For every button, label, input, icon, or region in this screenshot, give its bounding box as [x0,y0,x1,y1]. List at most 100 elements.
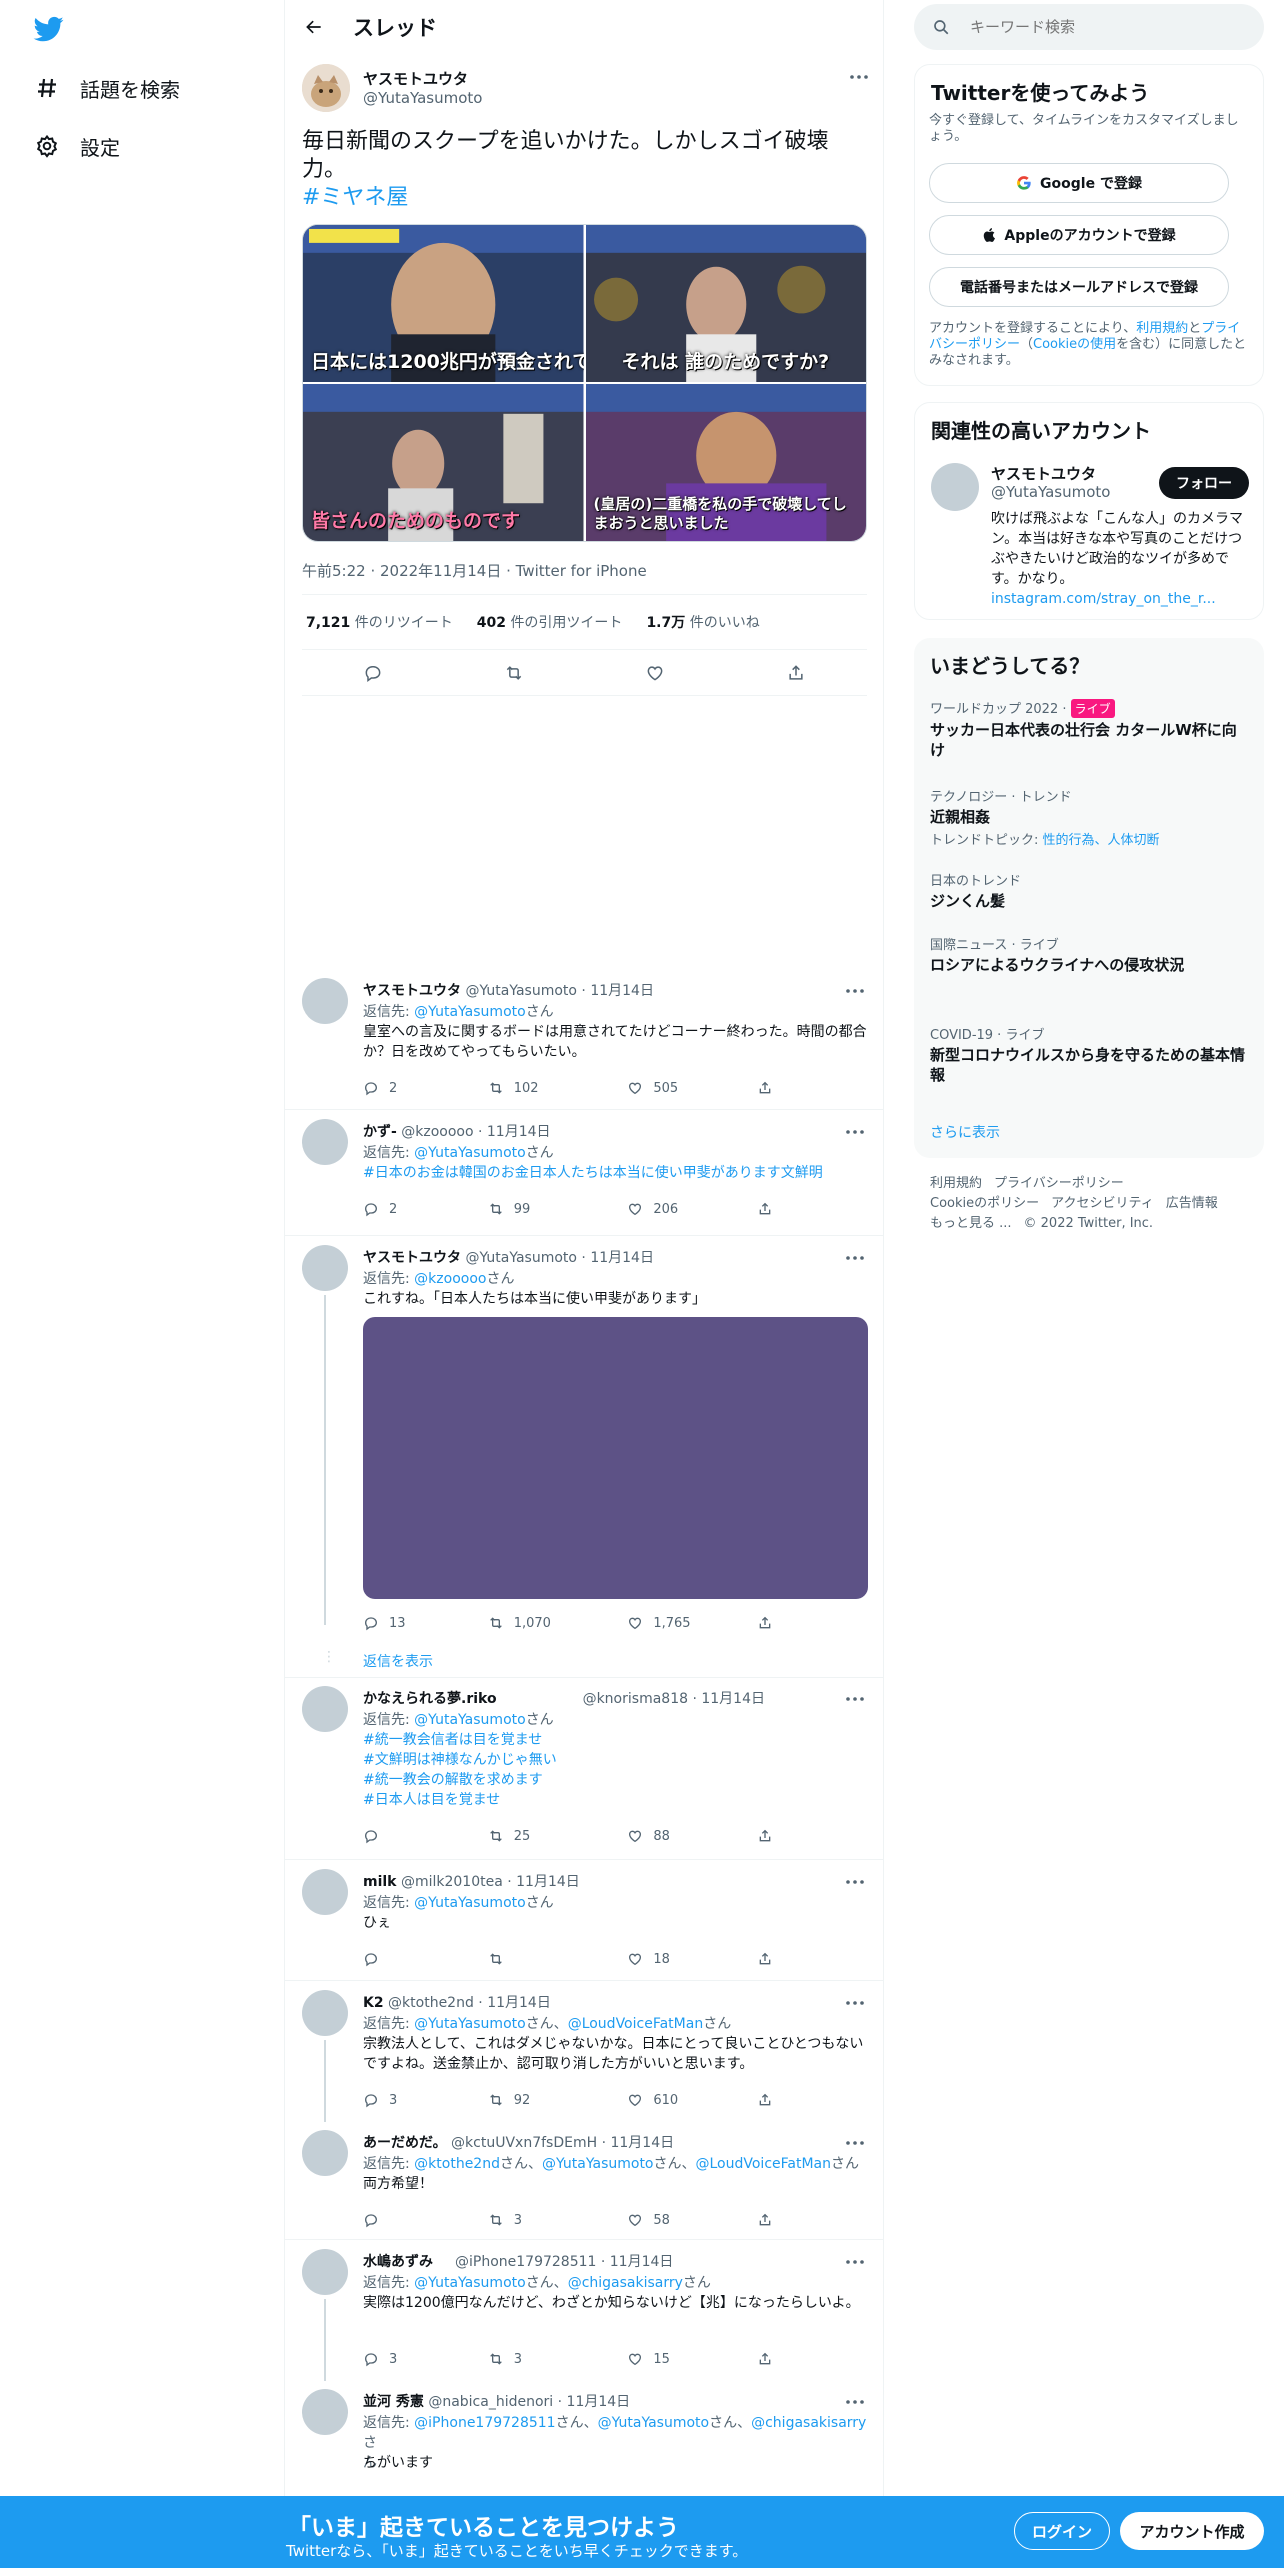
share-button[interactable] [757,2090,783,2110]
avatar[interactable] [302,64,350,112]
reply-tweet[interactable]: ヤスモトユウタ @YutaYasumoto · 11月14日 返信先: @kzo… [285,1237,883,1677]
trend-item[interactable]: 国際ニュース · ライブ ロシアによるウクライナへの侵攻状況 [930,934,1250,975]
trend-item[interactable]: テクノロジー · トレンド 近親相姦 トレンドトピック: 性的行為、人体切断 [930,786,1250,848]
search-box[interactable] [914,4,1264,50]
reply-author-handle[interactable]: @kctuUVxn7fsDEmH · 11月14日 [451,2135,674,2151]
reply-tweet[interactable]: 並河 秀憲 @nabica_hidenori · 11月14日 返信先: @iP… [285,2381,883,2496]
quotes-stat[interactable]: 402 件の引用ツイート [477,612,623,632]
share-button[interactable] [757,1826,783,1846]
hashtag-link[interactable]: #統一教会の解散を求めます [363,1772,543,1788]
follow-button[interactable]: フォロー [1159,467,1249,499]
like-button[interactable]: 1,765 [627,1613,757,1633]
reply-button[interactable]: 2 [363,1199,488,1219]
mention-link[interactable]: @ktothe2nd [414,2156,500,2172]
reply-media-video[interactable] [363,1317,868,1599]
like-button[interactable]: 15 [627,2349,757,2369]
reply-tweet[interactable]: かなえられる夢.riko @knorisma818 · 11月14日 返信先: @… [285,1677,883,1860]
reply-author-name[interactable]: ヤスモトユウタ [363,983,461,999]
show-more-link[interactable]: さらに表示 [930,1122,1000,1142]
terms-link[interactable]: 利用規約 [1136,321,1188,336]
retweet-button[interactable]: 92 [488,2090,628,2110]
reply-button[interactable] [363,1826,488,1846]
avatar[interactable] [302,2130,348,2176]
avatar[interactable] [302,1245,348,1291]
mention-link[interactable]: @YutaYasumoto [414,1145,526,1161]
avatar[interactable] [302,1990,348,2036]
retweet-button[interactable]: 3 [488,2210,628,2230]
reply-button[interactable]: 2 [363,1078,488,1098]
reply-author-name[interactable]: K2 [363,1995,384,2011]
retweet-button[interactable]: 1,070 [488,1613,628,1633]
more-icon[interactable] [847,68,873,86]
retweet-button[interactable]: 25 [488,1826,628,1846]
avatar[interactable] [302,1119,348,1165]
author-handle[interactable]: @YutaYasumoto [363,89,482,107]
avatar[interactable] [302,2249,348,2295]
avatar[interactable] [302,978,348,1024]
hashtag-link[interactable]: #統一教会信者は目を覚ませ [363,1732,542,1748]
author-name[interactable]: ヤスモトユウタ [363,68,468,89]
media-image-1[interactable]: 日本には1200兆円が預金されているといいます [303,225,584,382]
show-replies-link[interactable]: 返信を表示 [363,1651,433,1671]
media-image-2[interactable]: それは 誰のためですか? [585,225,866,382]
reply-button[interactable] [363,1949,488,1969]
reply-author-handle[interactable]: @knorisma818 · 11月14日 [583,1691,765,1707]
hashtag-link[interactable]: #日本人は目を覚ませ [363,1792,500,1808]
media-image-3[interactable]: 皆さんのためのものです [303,384,584,541]
retweets-stat[interactable]: 7,121 件のリツイート [306,612,453,632]
reply-author-handle[interactable]: @YutaYasumoto · 11月14日 [465,983,654,999]
retweet-button[interactable] [488,1949,628,1969]
signup-button[interactable]: アカウント作成 [1120,2512,1264,2550]
trend-item[interactable]: 日本のトレンド ジンくん髪 [930,870,1250,911]
mention-link[interactable]: @YutaYasumoto [598,2415,710,2431]
share-button[interactable] [757,2210,783,2230]
like-button[interactable]: 610 [627,2090,757,2110]
mention-link[interactable]: @chigasakisarry [751,2415,866,2431]
footer-terms-link[interactable]: 利用規約 [930,1176,982,1191]
nav-settings[interactable]: 設定 [34,126,120,166]
reply-tweet[interactable]: かず- @kzooooo · 11月14日 返信先: @YutaYasumoto… [285,1111,883,1236]
reply-button[interactable]: 13 [363,1613,488,1633]
like-button[interactable]: 18 [627,1949,757,1969]
avatar[interactable] [302,1869,348,1915]
reply-tweet[interactable]: 水嶋あずみ @iPhone179728511 · 11月14日 返信先: @Yut… [285,2241,883,2381]
twitter-logo-icon[interactable] [32,14,66,44]
back-arrow-icon[interactable] [297,10,331,44]
mention-link[interactable]: @chigasakisarry [568,2275,683,2291]
more-icon[interactable] [843,2253,869,2271]
trend-sub-links[interactable]: 性的行為、人体切断 [1043,833,1160,848]
more-icon[interactable] [843,1873,869,1891]
mention-link[interactable]: @YutaYasumoto [414,1004,526,1020]
tweet-meta[interactable]: 午前5:22 · 2022年11月14日 · Twitter for iPhon… [302,560,647,581]
media-image-4[interactable]: (皇居の)二重橋を私の手で破壊してしまおうと思いました [585,384,866,541]
footer-accessibility-link[interactable]: アクセシビリティ [1051,1196,1154,1211]
reply-tweet[interactable]: K2 @ktothe2nd · 11月14日 返信先: @YutaYasumot… [285,1982,883,2122]
avatar[interactable] [302,1686,348,1732]
reply-author-handle[interactable]: @iPhone179728511 · 11月14日 [455,2254,673,2270]
trend-item[interactable]: COVID-19 · ライブ 新型コロナウイルスから身を守るための基本情報 [930,1024,1250,1085]
more-icon[interactable] [843,982,869,1000]
more-icon[interactable] [843,1690,869,1708]
likes-stat[interactable]: 1.7万 件のいいね [646,612,759,632]
reply-author-handle[interactable]: @kzooooo · 11月14日 [401,1124,550,1140]
reply-author-name[interactable]: あーだめだ。 [363,2135,447,2151]
cookie-link[interactable]: Cookieの使用 [1033,337,1116,352]
avatar[interactable] [931,463,979,511]
mention-link[interactable]: @YutaYasumoto [414,2275,526,2291]
retweet-button[interactable]: 99 [488,1199,628,1219]
avatar[interactable] [302,2389,348,2435]
more-icon[interactable] [843,2134,869,2152]
related-account-handle[interactable]: @YutaYasumoto [991,483,1110,501]
retweet-button[interactable]: 102 [488,1078,628,1098]
more-icon[interactable] [843,1994,869,2012]
nav-explore[interactable]: 話題を検索 [34,68,180,108]
share-icon[interactable] [785,662,807,684]
more-icon[interactable] [843,1249,869,1267]
share-button[interactable] [757,2349,783,2369]
search-input[interactable] [970,18,1250,36]
mention-link[interactable]: @LoudVoiceFatMan [696,2156,832,2172]
related-account-name[interactable]: ヤスモトユウタ [991,463,1096,484]
like-button[interactable]: 505 [627,1078,757,1098]
hashtag-link[interactable]: #ミヤネ屋 [302,185,408,210]
mention-link[interactable]: @LoudVoiceFatMan [568,2016,704,2032]
